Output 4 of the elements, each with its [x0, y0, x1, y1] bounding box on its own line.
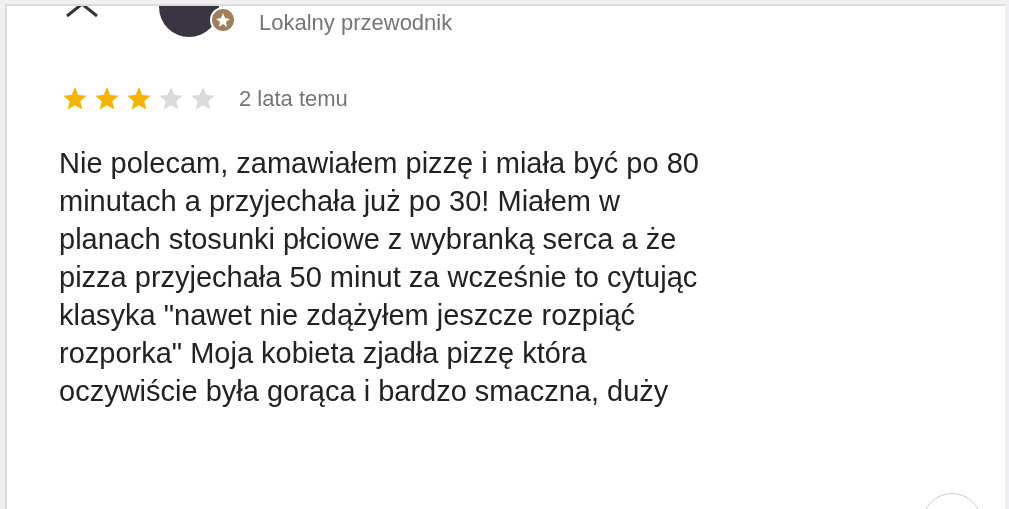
chevron-icon[interactable]: [65, 6, 99, 18]
review-text: Nie polecam, zamawiałem pizzę i miała być po 80 minutach a przyjechała już po 30! Miałem w planach stosunki płciowe z wybranką serca a że pizza przyjechała 50 minut za wcześnie to cytując klasyka "nawet nie zdążyłem jeszcze rozpiąć rozporka" Moja kobieta zjadła pizzę która oczywiście była gorąca i bardzo smaczna, duży: [59, 146, 699, 409]
review-time: 2 lata temu: [239, 85, 348, 113]
reviewer-title: Lokalny przewodnik: [259, 9, 453, 37]
